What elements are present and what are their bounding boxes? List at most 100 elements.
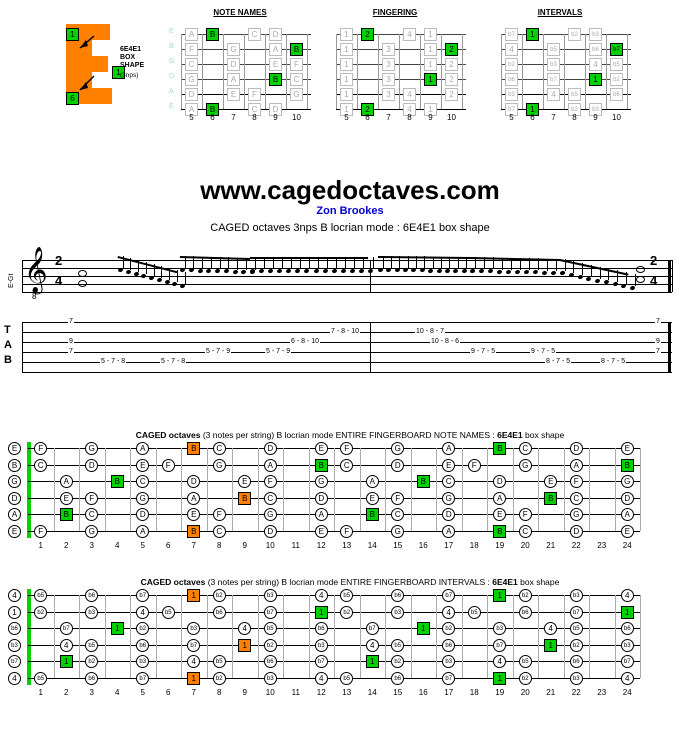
string-line-5 [181,109,311,111]
staff-barline-2 [672,260,673,292]
box-note-2-11: b5 [610,58,623,71]
stem-2-1 [263,257,265,269]
fbi-fret-11 [308,595,310,678]
fbi-fret-number-7: 8 [217,687,222,697]
box-string-label-1: B [169,43,174,50]
box-note-2-7: b7 [610,43,623,56]
notehead-2-8 [322,268,329,274]
stem-3-6 [432,256,434,269]
fbi-note-47: b2 [263,638,277,652]
page-subtitle: CAGED octaves 3nps B locrian mode : 6E4E… [210,222,490,234]
box-note-0-2: C [248,28,261,41]
tab-number-14: 8 - 7 - 5 [600,358,627,365]
box-fret-number-2-0: 5 [509,113,514,122]
box-note-2-5: b5 [547,43,560,56]
box-note-1-7: 2 [445,43,458,56]
stem-0-1 [130,258,132,270]
tab-number-10: 10 - 8 - 6 [430,338,461,345]
fbi-fret-2 [79,595,80,678]
top-box-diagrams: NOTE NAMES A B C D F G A B C D E F G A B C D E F G A B C D 5 6 7 8 9 1… [0,0,700,125]
fbn-open-5: E [8,524,21,538]
stem-2-10 [345,257,347,269]
fret-line-0 [336,34,337,109]
box-note-0-1: B [206,28,219,41]
fbn-fret-number-3: 4 [115,540,120,550]
fret-line-3 [399,34,400,109]
fret-line-2 [543,34,544,109]
fbn-note-29: B [110,475,124,488]
box-note-2-17: 4 [547,88,560,101]
box-diagram-0: NOTE NAMES A B C D F G A B C D E F G A B C D E F G A B C D 5 6 7 8 9 1… [169,0,311,125]
staff-line-4 [22,292,672,293]
notehead-2-4 [285,268,292,274]
box-fret-number-1-1: 6 [365,113,370,122]
fbn-fret-1 [53,448,55,531]
fbn-note-51: G [442,491,456,505]
fbi-fret-number-12: 13 [342,687,352,697]
fbi-note-82: b3 [569,671,583,685]
fbn-fret-number-6: 7 [191,540,196,550]
fbi-note-12: b3 [569,589,583,602]
fbn-note-11: C [518,442,532,455]
fbn-note-81: C [518,524,532,538]
box-note-1-5: 3 [382,43,395,56]
fbi-fret-10 [283,595,284,678]
staff-barline-1 [370,260,371,292]
box-fret-number-1-3: 8 [407,113,412,122]
fbn-note-64: C [391,508,405,521]
whole-note-1 [78,280,87,287]
fbi-note-60: b5 [212,655,226,668]
fbn-note-14: C [34,458,48,472]
box-note-2-9: b3 [547,58,560,71]
stem-1-6 [237,257,238,270]
fbn-note-56: B [59,508,73,521]
fbn-note-6: E [314,442,328,455]
fbn-note-61: G [263,508,277,521]
fbn-note-32: E [238,475,252,488]
notehead-5-6 [611,281,619,287]
fbi-note-78: b6 [391,671,405,685]
fb-nut [27,589,31,685]
fbi-note-3: 1 [187,589,201,602]
fbi-note-9: b7 [442,589,456,602]
box-fret-number-1-2: 7 [386,113,391,122]
fbn-fret-11 [308,448,310,531]
fbn-note-60: F [212,508,226,521]
box-note-0-9: D [227,58,240,71]
notehead-4-0 [469,268,476,274]
fbi-fret-number-4: 5 [140,687,145,697]
stem-1-4 [219,257,221,269]
box-fret-number-1-5: 10 [447,113,456,122]
fbn-note-74: C [212,524,226,538]
fret-line-5 [606,34,607,109]
fbn-note-82: D [569,524,583,538]
box-note-1-9: 3 [382,58,395,71]
staff-barline-0 [22,260,23,292]
fbn-note-67: F [518,508,532,521]
box-note-1-15: 2 [445,73,458,86]
fbn-fret-number-15: 16 [418,540,428,550]
stem-0-2 [138,260,139,272]
box-fret-number-2-3: 8 [572,113,577,122]
box-note-0-15: C [290,73,303,86]
box-note-0-13: A [227,73,240,86]
fbi-note-24: b5 [467,605,481,619]
box-fret-number-1-4: 9 [428,113,433,122]
tab-number-1: 9 [68,338,74,345]
fbn-note-77: F [340,524,354,538]
fbn-fret-10 [283,448,284,531]
box-note-1-2: 4 [403,28,416,41]
time-signature-top-right: 2 [650,253,658,268]
tab-number-13: 8 - 7 - 5 [545,358,572,365]
fbi-note-8: b6 [391,589,405,602]
box-note-1-17: 3 [382,88,395,101]
box-note-2-4: 4 [505,43,518,56]
box-note-0-3: D [269,28,282,41]
fbn-note-15: D [85,458,99,472]
clef-octave-8: 8 [32,292,37,301]
stem-4-4 [510,257,512,270]
fbn-fret-number-8: 9 [242,540,247,550]
box-note-1-1: 2 [361,28,374,41]
fbn-fret-number-16: 17 [444,540,454,550]
stem-1-1 [193,256,195,269]
